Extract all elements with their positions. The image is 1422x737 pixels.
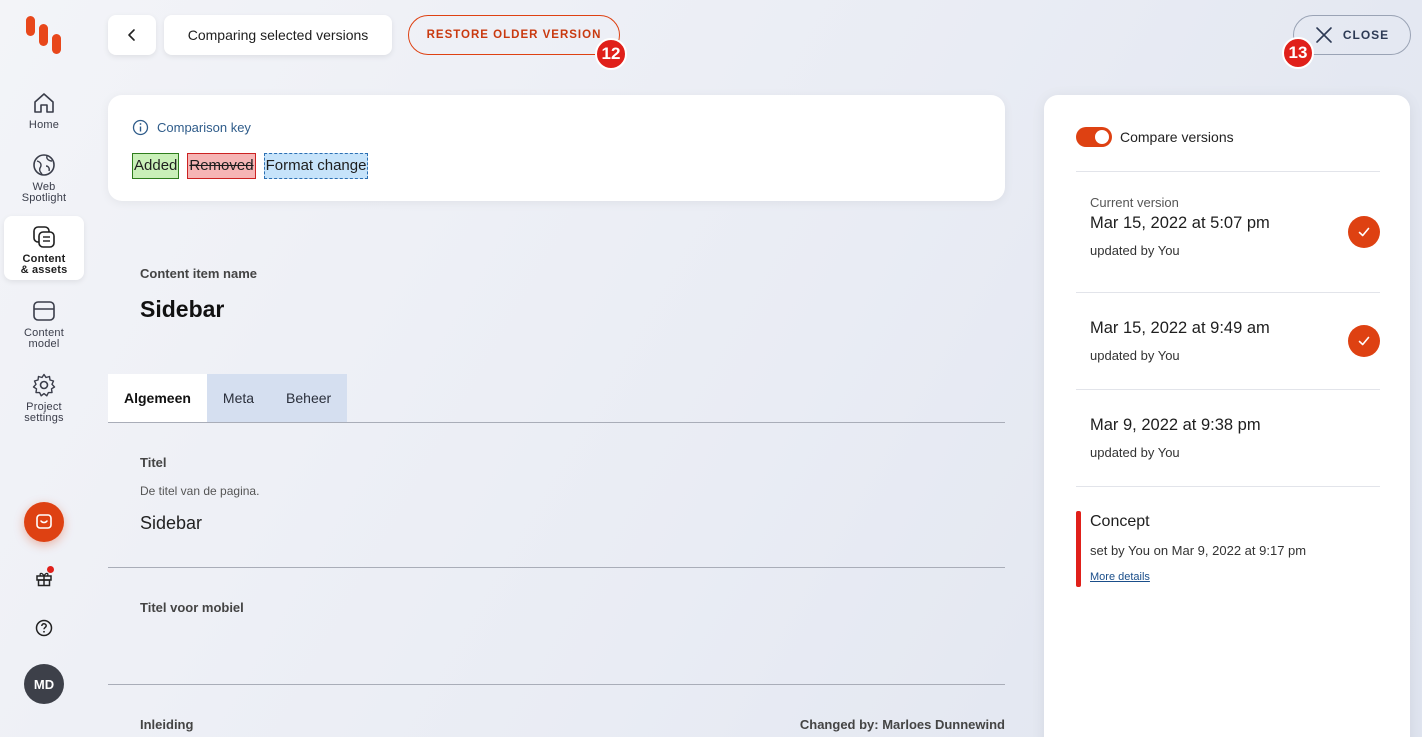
nav-item-content-assets[interactable]: Content & assets	[4, 216, 84, 280]
whats-new-button[interactable]	[32, 566, 56, 590]
removed-legend-chip: Removed	[187, 153, 256, 179]
nav-item-home[interactable]: Home	[4, 86, 84, 150]
content-group-tabs: Algemeen Meta Beheer	[108, 374, 348, 422]
version-selected-check[interactable]	[1348, 325, 1380, 357]
version-date: Mar 15, 2022 at 9:49 am	[1090, 319, 1270, 337]
callout-badge-12: 12	[595, 38, 627, 70]
added-legend-chip: Added	[132, 153, 180, 179]
content-model-icon	[33, 301, 55, 321]
version-item[interactable]: Mar 9, 2022 at 9:38 pm updated by You	[1090, 416, 1380, 460]
close-label: CLOSE	[1342, 28, 1390, 42]
close-icon	[1316, 27, 1332, 43]
tab-beheer[interactable]: Beheer	[270, 374, 348, 422]
version-history-panel: Compare versions Current version Mar 15,…	[1044, 95, 1410, 737]
panel-divider	[1076, 389, 1380, 390]
divider	[108, 684, 1005, 685]
comparison-key-title: Comparison key	[132, 119, 251, 136]
nav-label-project-settings: Project settings	[24, 401, 64, 424]
left-rail: Home Web Spotlight Content & assets Cont…	[0, 0, 88, 737]
help-button[interactable]	[32, 616, 56, 640]
breadcrumb: Comparing selected versions	[164, 15, 392, 55]
nav-label-home: Home	[28, 119, 60, 131]
workflow-color-bar	[1076, 511, 1081, 587]
tab-algemeen[interactable]: Algemeen	[108, 374, 207, 422]
restore-older-version-button[interactable]: RESTORE OLDER VERSION	[408, 15, 620, 55]
comparison-key-legend: Added Removed Format change	[132, 153, 369, 179]
checkmark-icon	[1358, 336, 1370, 346]
divider	[108, 567, 1005, 568]
workflow-step-info: set by You on Mar 9, 2022 at 9:17 pm	[1090, 543, 1307, 558]
changed-by-text: Changed by: Marloes Dunnewind	[799, 717, 1005, 732]
divider	[108, 422, 1005, 423]
compare-versions-row: Compare versions	[1076, 127, 1234, 147]
version-author: updated by You	[1090, 243, 1180, 258]
more-details-link[interactable]: More details	[1090, 571, 1150, 583]
compare-versions-label: Compare versions	[1120, 129, 1234, 145]
version-author: updated by You	[1090, 348, 1180, 363]
chat-icon	[36, 514, 52, 529]
panel-divider	[1076, 292, 1380, 293]
content-assets-icon	[33, 226, 55, 248]
version-date: Mar 9, 2022 at 9:38 pm	[1090, 416, 1261, 434]
nav-item-web-spotlight[interactable]: Web Spotlight	[4, 148, 84, 212]
checkmark-icon	[1358, 227, 1370, 237]
version-author: updated by You	[1090, 445, 1180, 460]
version-item[interactable]: Mar 15, 2022 at 9:49 am updated by You	[1090, 319, 1380, 363]
titel-mobiel-field-label: Titel voor mobiel	[140, 600, 244, 615]
format-change-legend-chip: Format change	[263, 153, 369, 179]
comparison-key-card: Comparison key Added Removed Format chan…	[108, 95, 1005, 201]
version-selected-check[interactable]	[1348, 216, 1380, 248]
feedback-chat-button[interactable]	[24, 502, 64, 542]
tab-meta[interactable]: Meta	[206, 374, 271, 422]
titel-field-value: Sidebar	[140, 513, 203, 533]
version-caption: Current version	[1090, 195, 1179, 210]
nav-label-content-model: Content model	[24, 327, 64, 350]
gear-icon	[32, 373, 56, 397]
version-date: Mar 15, 2022 at 5:07 pm	[1090, 214, 1270, 232]
nav-item-project-settings[interactable]: Project settings	[4, 368, 84, 432]
panel-divider	[1076, 486, 1380, 487]
notification-dot	[47, 566, 54, 573]
home-icon	[34, 93, 54, 113]
content-item-name-label: Content item name	[140, 266, 258, 281]
back-button[interactable]	[108, 15, 156, 55]
nav-item-content-model[interactable]: Content model	[4, 294, 84, 358]
workflow-step-title: Concept	[1090, 513, 1150, 530]
user-avatar[interactable]: MD	[24, 664, 64, 704]
titel-field-help: De titel van de pagina.	[140, 484, 260, 498]
version-item-current[interactable]: Current version Mar 15, 2022 at 5:07 pm …	[1090, 195, 1380, 258]
help-icon	[35, 619, 53, 637]
panel-divider	[1076, 171, 1380, 172]
globe-icon	[33, 154, 55, 176]
nav-label-content-assets: Content & assets	[20, 253, 68, 276]
kontent-logo[interactable]	[24, 14, 64, 56]
info-icon	[132, 119, 149, 136]
titel-field-label: Titel	[140, 455, 167, 470]
workflow-step-concept: Concept set by You on Mar 9, 2022 at 9:1…	[1076, 511, 1376, 587]
chevron-left-icon	[128, 29, 135, 41]
comparison-key-label: Comparison key	[157, 120, 251, 135]
inleiding-field-label: Inleiding	[140, 717, 194, 732]
compare-versions-toggle[interactable]	[1076, 127, 1112, 147]
nav-label-web-spotlight: Web Spotlight	[21, 181, 67, 204]
content-item-title: Sidebar	[140, 296, 225, 322]
callout-badge-13: 13	[1282, 37, 1314, 69]
